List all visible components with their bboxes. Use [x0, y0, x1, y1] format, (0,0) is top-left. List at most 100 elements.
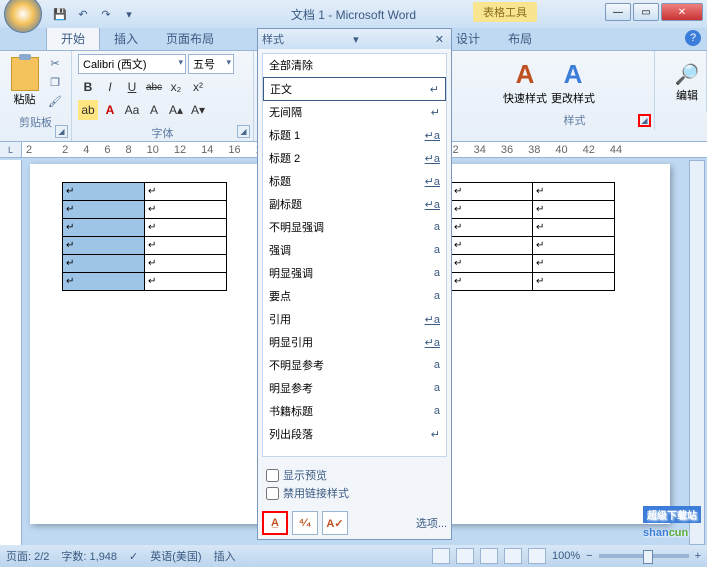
disable-linked-checkbox[interactable]: 禁用链接样式: [266, 485, 443, 501]
table-cell[interactable]: ↵: [63, 201, 145, 219]
zoom-slider[interactable]: [599, 554, 689, 558]
underline-button[interactable]: U: [122, 77, 142, 97]
table-cell[interactable]: ↵: [451, 219, 533, 237]
table-cell[interactable]: ↵: [63, 255, 145, 273]
status-language[interactable]: 英语(美国): [150, 548, 201, 564]
table-cell[interactable]: ↵: [63, 183, 145, 201]
grow-font-button[interactable]: A▴: [166, 100, 186, 120]
format-painter-icon[interactable]: 🖌: [45, 92, 65, 110]
show-preview-checkbox[interactable]: 显示预览: [266, 467, 443, 483]
table[interactable]: ↵↵ ↵↵ ↵↵ ↵↵ ↵↵ ↵↵: [450, 182, 615, 291]
qat-more-icon[interactable]: ▾: [119, 4, 139, 24]
style-item[interactable]: 正文↵: [263, 77, 446, 101]
paste-button[interactable]: 粘贴: [6, 54, 43, 112]
zoom-level[interactable]: 100%: [552, 550, 580, 562]
save-icon[interactable]: 💾: [50, 4, 70, 24]
style-item[interactable]: 要点a: [263, 285, 446, 308]
tab-selector[interactable]: L: [0, 142, 22, 158]
style-item[interactable]: 不明显强调a: [263, 216, 446, 239]
style-item[interactable]: 书籍标题a: [263, 400, 446, 423]
manage-styles-button[interactable]: A✓: [322, 511, 348, 535]
status-page[interactable]: 页面: 2/2: [6, 548, 49, 564]
status-mode[interactable]: 插入: [214, 548, 236, 564]
table-cell[interactable]: ↵: [145, 201, 227, 219]
table-cell[interactable]: ↵: [451, 201, 533, 219]
help-icon[interactable]: ?: [685, 30, 701, 46]
table-cell[interactable]: ↵: [533, 237, 615, 255]
change-styles-button[interactable]: A 更改样式: [549, 54, 597, 110]
tab-home[interactable]: 开始: [46, 26, 100, 50]
edit-button[interactable]: 🔎 编辑: [663, 54, 707, 110]
table-cell[interactable]: ↵: [533, 255, 615, 273]
status-words[interactable]: 字数: 1,948: [61, 548, 117, 564]
style-item[interactable]: 明显引用↵a: [263, 331, 446, 354]
table-cell[interactable]: ↵: [145, 183, 227, 201]
style-item[interactable]: 明显强调a: [263, 262, 446, 285]
style-item[interactable]: 副标题↵a: [263, 193, 446, 216]
table-cell[interactable]: ↵: [63, 273, 145, 291]
highlight-button[interactable]: ab: [78, 100, 98, 120]
change-case-button[interactable]: Aa: [122, 100, 142, 120]
close-button[interactable]: ✕: [661, 3, 703, 21]
tab-insert[interactable]: 插入: [100, 27, 152, 50]
minimize-button[interactable]: —: [605, 3, 631, 21]
style-item[interactable]: 明显参考a: [263, 377, 446, 400]
style-item[interactable]: 引用↵a: [263, 308, 446, 331]
redo-icon[interactable]: ↷: [96, 4, 116, 24]
clear-format-button[interactable]: A: [144, 100, 164, 120]
styles-list[interactable]: 全部清除正文↵无间隔↵标题 1↵a标题 2↵a标题↵a副标题↵a不明显强调a强调…: [262, 53, 447, 457]
italic-button[interactable]: I: [100, 77, 120, 97]
view-draft[interactable]: [528, 548, 546, 564]
subscript-button[interactable]: x₂: [166, 77, 186, 97]
shrink-font-button[interactable]: A▾: [188, 100, 208, 120]
style-item[interactable]: 列出段落↵: [263, 423, 446, 446]
styles-launcher[interactable]: ◢: [638, 114, 651, 127]
zoom-out[interactable]: −: [586, 550, 592, 562]
font-launcher[interactable]: ◢: [237, 125, 250, 138]
table-cell[interactable]: ↵: [533, 219, 615, 237]
style-item[interactable]: 标题 1↵a: [263, 124, 446, 147]
vertical-scrollbar[interactable]: [689, 160, 705, 545]
maximize-button[interactable]: ▭: [633, 3, 659, 21]
view-outline[interactable]: [504, 548, 522, 564]
copy-icon[interactable]: ❐: [45, 73, 65, 91]
table[interactable]: ↵↵ ↵↵ ↵↵ ↵↵ ↵↵ ↵↵: [62, 182, 227, 291]
font-size-combo[interactable]: 五号: [188, 54, 234, 74]
style-item[interactable]: 标题↵a: [263, 170, 446, 193]
table-cell[interactable]: ↵: [451, 237, 533, 255]
table-cell[interactable]: ↵: [145, 237, 227, 255]
tab-layout[interactable]: 布局: [494, 27, 546, 50]
style-item[interactable]: 不明显参考a: [263, 354, 446, 377]
table-cell[interactable]: ↵: [451, 183, 533, 201]
strike-button[interactable]: abc: [144, 77, 164, 97]
vertical-ruler[interactable]: [0, 160, 22, 545]
undo-icon[interactable]: ↶: [73, 4, 93, 24]
style-item[interactable]: 标题 2↵a: [263, 147, 446, 170]
style-item[interactable]: 全部清除: [263, 54, 446, 77]
styles-options-link[interactable]: 选项...: [416, 515, 447, 531]
table-cell[interactable]: ↵: [145, 273, 227, 291]
table-cell[interactable]: ↵: [145, 255, 227, 273]
style-item[interactable]: 无间隔↵: [263, 101, 446, 124]
font-color-button[interactable]: A: [100, 100, 120, 120]
style-item[interactable]: 强调a: [263, 239, 446, 262]
cut-icon[interactable]: ✂: [45, 54, 65, 72]
table-cell[interactable]: ↵: [63, 219, 145, 237]
table-cell[interactable]: ↵: [145, 219, 227, 237]
bold-button[interactable]: B: [78, 77, 98, 97]
view-print-layout[interactable]: [432, 548, 450, 564]
superscript-button[interactable]: x²: [188, 77, 208, 97]
font-name-combo[interactable]: Calibri (西文): [78, 54, 186, 74]
table-cell[interactable]: ↵: [451, 273, 533, 291]
tab-page-layout[interactable]: 页面布局: [152, 27, 228, 50]
pane-close-icon[interactable]: ✕: [432, 33, 447, 46]
quick-styles-button[interactable]: A 快速样式: [501, 54, 549, 110]
table-cell[interactable]: ↵: [533, 201, 615, 219]
new-style-button[interactable]: A̲: [262, 511, 288, 535]
clipboard-launcher[interactable]: ◢: [55, 125, 68, 138]
pane-menu-icon[interactable]: ▾: [353, 33, 359, 46]
view-web[interactable]: [480, 548, 498, 564]
table-cell[interactable]: ↵: [533, 273, 615, 291]
style-inspector-button[interactable]: ⁴⁄₄: [292, 511, 318, 535]
table-cell[interactable]: ↵: [63, 237, 145, 255]
